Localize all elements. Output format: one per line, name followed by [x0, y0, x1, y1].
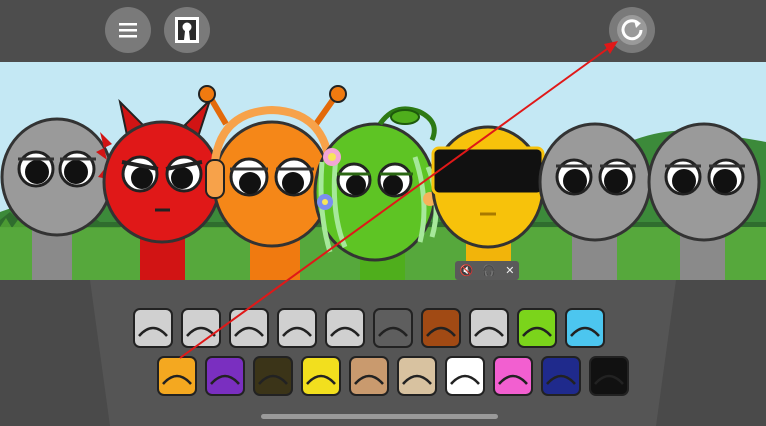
- tile-gray-bar[interactable]: [277, 308, 317, 348]
- stage-illustration: [0, 62, 766, 280]
- tile-navy-dome[interactable]: [541, 356, 581, 396]
- tile-gray-hat[interactable]: [325, 308, 365, 348]
- menu-icon: [119, 23, 137, 38]
- tile-gray-halo[interactable]: [229, 308, 269, 348]
- tile-black-frame[interactable]: [589, 356, 629, 396]
- tile-propeller-hat[interactable]: [397, 356, 437, 396]
- stage-scene: [0, 62, 766, 280]
- tile-orange-burst[interactable]: [157, 356, 197, 396]
- tile-white-cat[interactable]: [445, 356, 485, 396]
- speaker-mute-icon[interactable]: 🔇: [460, 264, 474, 277]
- tile-gray-spiky[interactable]: [181, 308, 221, 348]
- tile-pink-bunny[interactable]: [493, 356, 533, 396]
- tile-olive-leaf[interactable]: [253, 356, 293, 396]
- tile-yellow-hair[interactable]: [301, 356, 341, 396]
- menu-button[interactable]: [105, 7, 151, 53]
- tile-gray-ears[interactable]: [373, 308, 413, 348]
- reset-button[interactable]: [609, 7, 655, 53]
- tile-green-spikes[interactable]: [517, 308, 557, 348]
- portrait-icon: [175, 17, 199, 43]
- tile-purple-horns[interactable]: [205, 356, 245, 396]
- headphones-icon[interactable]: 🎧: [482, 264, 496, 277]
- tile-tan-cap[interactable]: [349, 356, 389, 396]
- sound-controls: 🔇 🎧 ✕: [455, 261, 519, 280]
- tile-brown-box[interactable]: [421, 308, 461, 348]
- tile-cyan-ears[interactable]: [565, 308, 605, 348]
- tile-gray-band[interactable]: [469, 308, 509, 348]
- close-icon[interactable]: ✕: [505, 264, 514, 277]
- reset-icon: [617, 15, 647, 45]
- home-indicator: [261, 414, 498, 419]
- tile-gray-headband[interactable]: [133, 308, 173, 348]
- character-select-button[interactable]: [164, 7, 210, 53]
- palette-floor: [0, 280, 766, 426]
